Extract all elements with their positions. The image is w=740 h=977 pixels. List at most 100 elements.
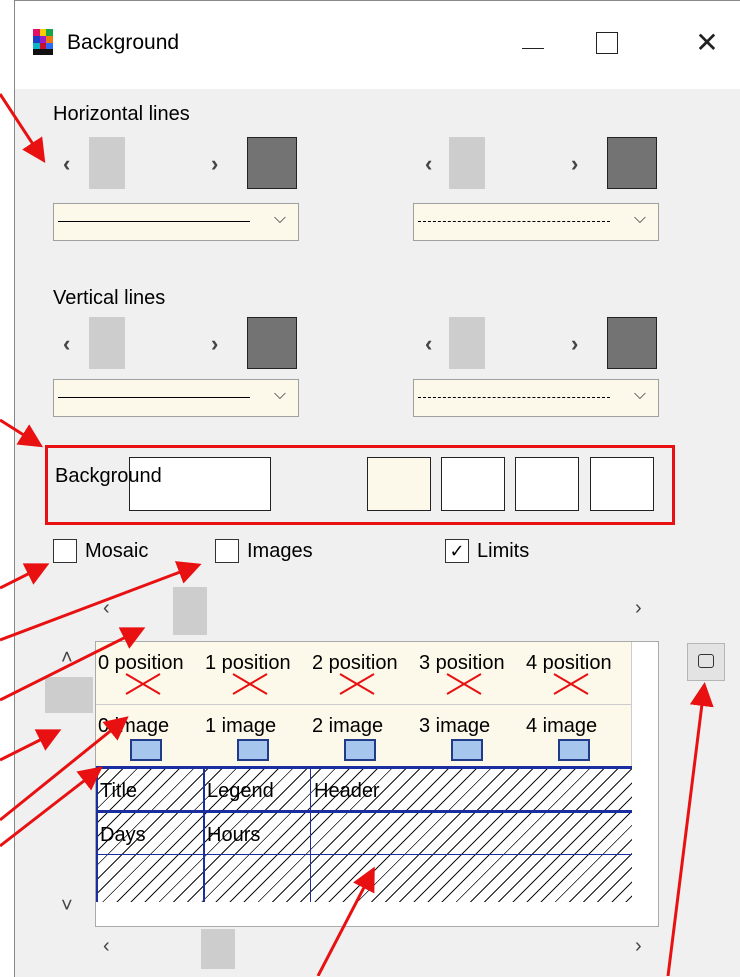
delete-x-icon[interactable] <box>552 672 590 696</box>
chevron-left-icon[interactable]: ‹ <box>425 151 432 177</box>
image-icon[interactable] <box>130 739 162 761</box>
grid-line <box>96 854 632 855</box>
side-window-button[interactable] <box>687 643 725 681</box>
layout-grid[interactable]: 0 position 1 position 2 position 3 position… <box>95 641 659 927</box>
minimize-icon <box>522 47 544 49</box>
image-cell[interactable]: 0 image <box>96 704 204 767</box>
horizontal-left-slider[interactable]: ‹ › <box>53 137 235 191</box>
image-label: 2 image <box>312 715 384 737</box>
background-swatch-1[interactable] <box>367 457 431 511</box>
text-cell[interactable]: Legend <box>207 780 274 803</box>
background-swatch-4[interactable] <box>590 457 654 511</box>
mosaic-checkbox[interactable]: Mosaic <box>53 539 148 563</box>
chevron-right-icon[interactable]: › <box>571 151 578 177</box>
image-label: 4 image <box>526 715 598 737</box>
chevron-down-icon: ⌵ <box>273 210 286 227</box>
chevron-left-icon[interactable]: ‹ <box>63 151 70 177</box>
position-cell[interactable]: 1 position <box>203 642 311 704</box>
background-window: Background ✕ Horizontal lines ‹ › ⌵ ‹ › … <box>14 0 740 977</box>
image-icon[interactable] <box>344 739 376 761</box>
scroll-thumb[interactable] <box>201 929 235 969</box>
horizontal-right-slider[interactable]: ‹ › <box>413 137 595 191</box>
maximize-button[interactable] <box>587 23 627 63</box>
text-cell[interactable]: Title <box>100 780 137 803</box>
chevron-right-icon[interactable]: › <box>635 935 642 958</box>
window-title: Background <box>67 31 180 54</box>
delete-x-icon[interactable] <box>445 672 483 696</box>
chevron-down-icon: ⌵ <box>273 386 286 403</box>
position-cell[interactable]: 2 position <box>310 642 418 704</box>
position-cell[interactable]: 4 position <box>524 642 632 704</box>
chevron-down-icon[interactable]: ˅ <box>61 895 73 918</box>
check-icon[interactable]: ✓ <box>445 539 469 563</box>
images-checkbox[interactable]: Images <box>215 539 313 563</box>
limits-label: Limits <box>477 539 530 562</box>
slider-thumb[interactable] <box>449 137 485 189</box>
chevron-left-icon[interactable]: ‹ <box>63 331 70 357</box>
vertical-right-line-style-select[interactable]: ⌵ <box>413 379 659 417</box>
checkbox-box[interactable] <box>53 539 77 563</box>
scroll-thumb[interactable] <box>173 587 207 635</box>
chevron-left-icon[interactable]: ‹ <box>103 597 110 620</box>
background-swatch-3[interactable] <box>515 457 579 511</box>
images-label: Images <box>247 539 313 562</box>
position-cell[interactable]: 0 position <box>96 642 204 704</box>
chevron-left-icon[interactable]: ‹ <box>425 331 432 357</box>
image-icon[interactable] <box>558 739 590 761</box>
dashed-line-preview <box>418 221 610 222</box>
vertical-right-color-swatch[interactable] <box>607 317 657 369</box>
horizontal-left-color-swatch[interactable] <box>247 137 297 189</box>
vertical-right-slider[interactable]: ‹ › <box>413 317 595 371</box>
title-bar[interactable]: Background ✕ <box>15 1 740 89</box>
text-cell[interactable]: Hours <box>207 824 260 847</box>
chevron-right-icon[interactable]: › <box>211 331 218 357</box>
vertical-left-line-style-select[interactable]: ⌵ <box>53 379 299 417</box>
delete-x-icon[interactable] <box>124 672 162 696</box>
checkbox-box[interactable] <box>215 539 239 563</box>
limits-checkbox[interactable]: ✓ Limits <box>445 539 529 563</box>
grid-line <box>96 768 98 902</box>
horizontal-right-color-swatch[interactable] <box>607 137 657 189</box>
delete-x-icon[interactable] <box>231 672 269 696</box>
image-label: 0 image <box>98 715 170 737</box>
image-icon[interactable] <box>451 739 483 761</box>
slider-thumb[interactable] <box>89 137 125 189</box>
text-cell[interactable]: Header <box>314 780 380 803</box>
grid-line <box>96 810 632 813</box>
image-cell[interactable]: 2 image <box>310 704 418 767</box>
image-cell[interactable]: 1 image <box>203 704 311 767</box>
image-icon[interactable] <box>237 739 269 761</box>
vertical-left-slider[interactable]: ‹ › <box>53 317 235 371</box>
close-button[interactable]: ✕ <box>687 23 727 63</box>
vertical-left-color-swatch[interactable] <box>247 317 297 369</box>
chevron-right-icon[interactable]: › <box>211 151 218 177</box>
window-icon <box>698 654 714 668</box>
position-cell[interactable]: 3 position <box>417 642 525 704</box>
top-horizontal-scrollbar[interactable]: ‹ › <box>95 587 657 637</box>
delete-x-icon[interactable] <box>338 672 376 696</box>
background-swatch-2[interactable] <box>441 457 505 511</box>
horizontal-left-line-style-select[interactable]: ⌵ <box>53 203 299 241</box>
chevron-right-icon[interactable]: › <box>571 331 578 357</box>
maximize-icon <box>596 32 618 54</box>
bottom-horizontal-scrollbar[interactable]: ‹ › <box>95 925 657 971</box>
minimize-button[interactable] <box>513 23 553 63</box>
grid-line <box>203 768 205 902</box>
chevron-up-icon[interactable]: ˄ <box>61 647 73 670</box>
chevron-down-icon: ⌵ <box>633 386 646 403</box>
vertical-scroll-thumb[interactable] <box>45 677 93 713</box>
text-cell[interactable]: Days <box>100 824 146 847</box>
chevron-left-icon[interactable]: ‹ <box>103 935 110 958</box>
horizontal-right-line-style-select[interactable]: ⌵ <box>413 203 659 241</box>
image-cell[interactable]: 3 image <box>417 704 525 767</box>
app-icon <box>33 29 53 55</box>
chevron-down-icon: ⌵ <box>633 210 646 227</box>
slider-thumb[interactable] <box>449 317 485 369</box>
image-cell[interactable]: 4 image <box>524 704 632 767</box>
horizontal-lines-label: Horizontal lines <box>53 103 190 125</box>
chevron-right-icon[interactable]: › <box>635 597 642 620</box>
background-label: Background <box>55 465 162 487</box>
image-label: 3 image <box>419 715 491 737</box>
mosaic-label: Mosaic <box>85 539 149 562</box>
slider-thumb[interactable] <box>89 317 125 369</box>
